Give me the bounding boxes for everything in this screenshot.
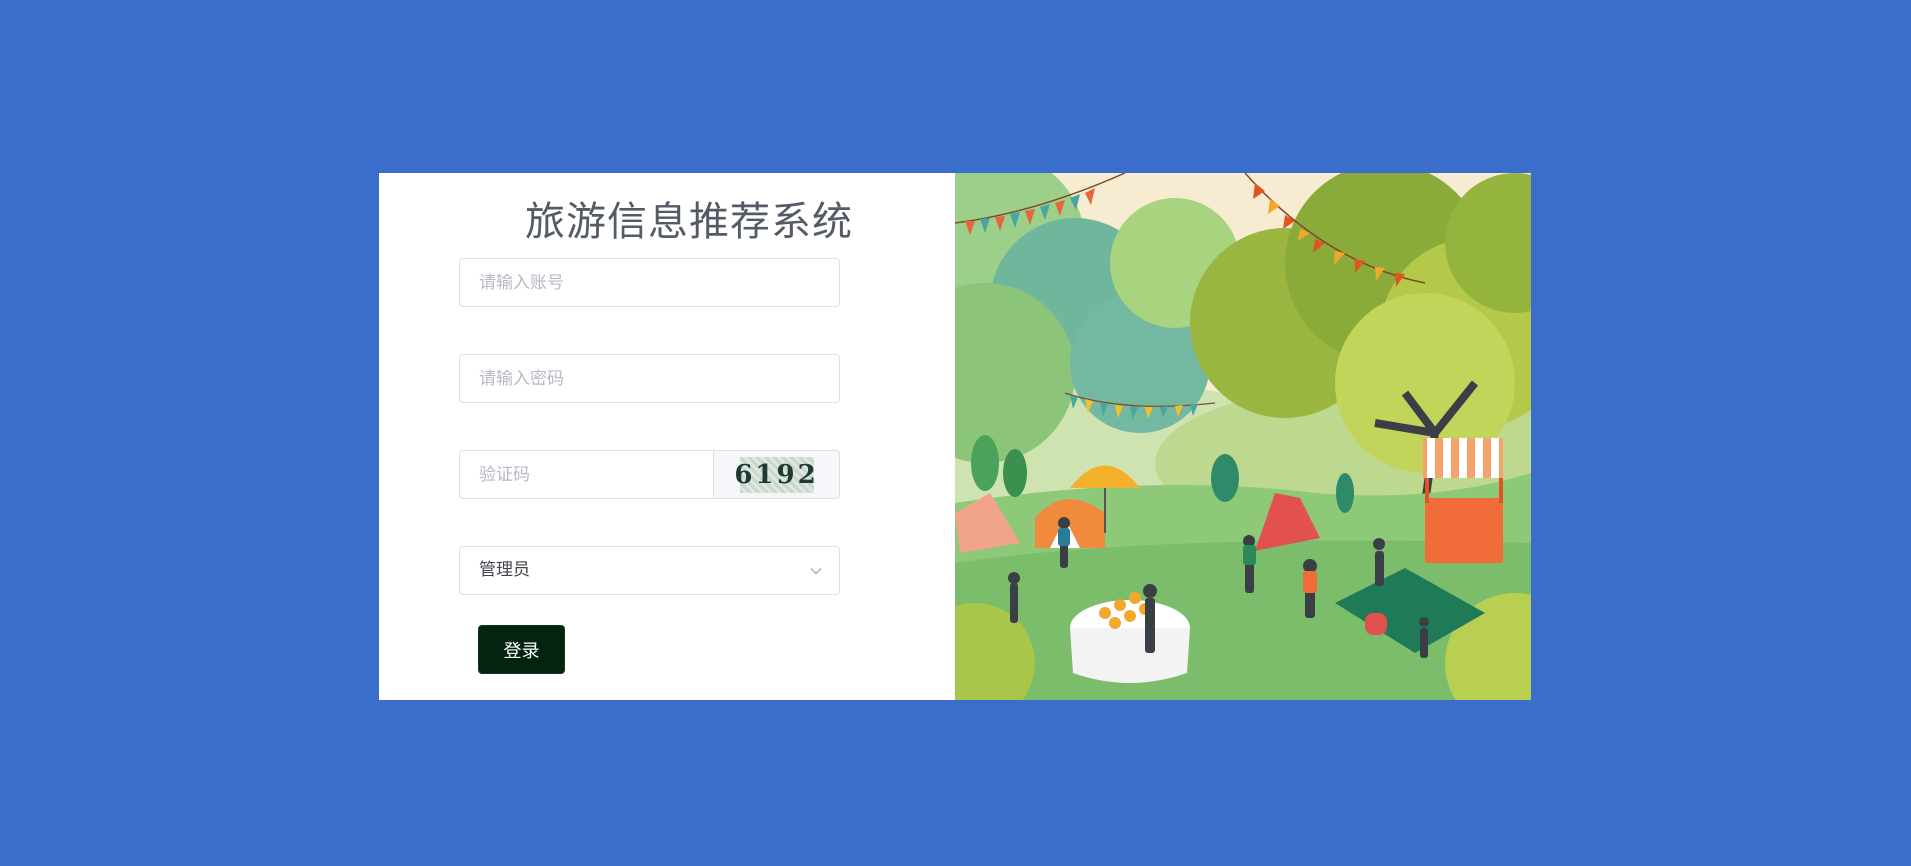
login-card: 旅游信息推荐系统 6192 管理员 登录 <box>379 173 1531 700</box>
captcha-field: 6192 <box>459 450 840 499</box>
account-field <box>459 258 840 307</box>
picnic-park-illustration <box>955 173 1531 700</box>
captcha-input[interactable] <box>460 451 713 498</box>
chevron-down-icon <box>809 563 823 582</box>
password-field <box>459 354 840 403</box>
illustration-svg <box>955 173 1531 700</box>
role-select-value: 管理员 <box>479 560 530 580</box>
login-form-panel: 旅游信息推荐系统 6192 管理员 登录 <box>379 173 955 700</box>
login-button[interactable]: 登录 <box>478 625 565 674</box>
captcha-addon: 6192 <box>713 451 839 498</box>
account-input[interactable] <box>460 259 839 306</box>
page-title: 旅游信息推荐系统 <box>525 199 853 245</box>
role-select[interactable]: 管理员 <box>459 546 840 595</box>
captcha-image[interactable]: 6192 <box>734 456 816 493</box>
password-input[interactable] <box>460 355 839 402</box>
captcha-input-wrap <box>460 451 713 498</box>
